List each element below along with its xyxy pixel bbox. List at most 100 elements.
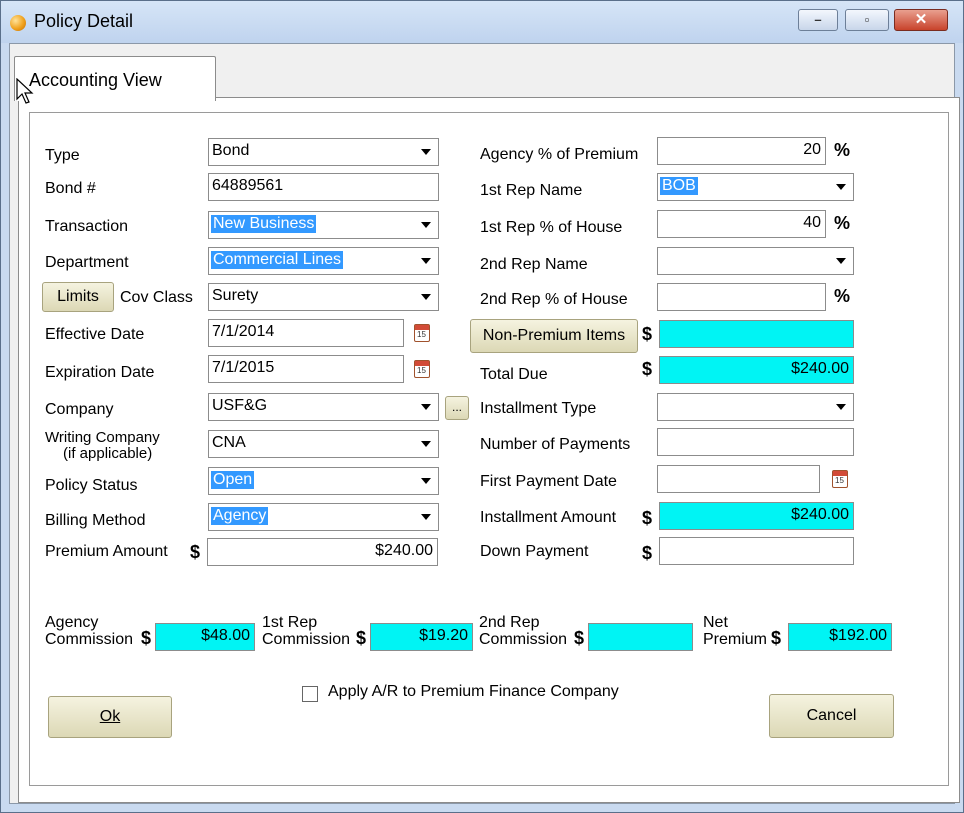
agency-commission-input: $48.00	[155, 623, 255, 651]
chevron-down-icon[interactable]	[416, 141, 436, 163]
billing-method-select[interactable]: Agency	[208, 503, 439, 531]
department-label: Department	[45, 254, 129, 271]
rep1-commission-value: $19.20	[419, 627, 468, 644]
calendar-icon[interactable]: 15	[832, 470, 848, 488]
apply-ar-label[interactable]: Apply A/R to Premium Finance Company	[328, 683, 619, 701]
net-premium-value: $192.00	[829, 627, 887, 644]
department-select[interactable]: Commercial Lines	[208, 247, 439, 275]
expiration-date-input[interactable]: 7/1/2015	[208, 355, 404, 383]
apply-ar-checkbox[interactable]	[302, 686, 318, 702]
dollar-icon: $	[141, 628, 152, 648]
chevron-down-icon[interactable]	[416, 250, 436, 272]
rep2-commission-label: 2nd Rep Commission	[479, 614, 567, 648]
agency-pct-label: Agency % of Premium	[480, 146, 639, 163]
rep1-name-select[interactable]: BOB	[657, 173, 854, 201]
expiration-date-label: Expiration Date	[45, 364, 155, 381]
rep2-pct-label: 2nd Rep % of House	[480, 291, 628, 308]
non-premium-items-input[interactable]	[659, 320, 854, 348]
cov-class-value: Surety	[212, 287, 259, 304]
chevron-down-icon[interactable]	[416, 214, 436, 236]
rep2-commission-input	[588, 623, 693, 651]
num-payments-label: Number of Payments	[480, 436, 631, 453]
net-premium-label: Net Premium	[703, 614, 767, 648]
total-due-value: $240.00	[791, 360, 849, 377]
chevron-down-icon[interactable]	[416, 506, 436, 528]
rep1-commission-label-line1: 1st Rep	[262, 614, 318, 631]
calendar-day: 15	[417, 330, 426, 339]
agency-commission-value: $48.00	[201, 627, 250, 644]
writing-company-label-line2: (if applicable)	[63, 445, 153, 462]
rep1-commission-label-line2: Commission	[262, 631, 351, 648]
non-premium-items-button[interactable]: Non-Premium Items	[470, 319, 638, 353]
installment-amount-input: $240.00	[659, 502, 854, 530]
policy-status-value: Open	[211, 471, 255, 489]
writing-company-value: CNA	[212, 434, 246, 451]
rep2-name-label: 2nd Rep Name	[480, 256, 588, 273]
title-bar[interactable]: Policy Detail – ▫ ✕	[1, 1, 963, 43]
chevron-down-icon[interactable]	[831, 396, 851, 418]
first-payment-date-input[interactable]	[657, 465, 820, 493]
chevron-down-icon[interactable]	[416, 286, 436, 308]
minimize-button[interactable]: –	[798, 9, 838, 31]
window-title: Policy Detail	[34, 11, 134, 31]
dollar-icon: $	[771, 628, 782, 648]
premium-amount-input[interactable]: $240.00	[207, 538, 438, 566]
dollar-icon: $	[642, 359, 653, 379]
chevron-down-icon[interactable]	[416, 396, 436, 418]
cancel-button[interactable]: Cancel	[769, 694, 894, 738]
writing-company-label-line1: Writing Company	[45, 429, 160, 446]
tab-accounting-view[interactable]: Accounting View	[14, 56, 216, 101]
rep1-pct-label: 1st Rep % of House	[480, 219, 623, 236]
department-value: Commercial Lines	[211, 251, 344, 269]
ok-button[interactable]: Ok	[48, 696, 172, 738]
rep2-name-select[interactable]	[657, 247, 854, 275]
close-button[interactable]: ✕	[894, 9, 948, 31]
installment-type-select[interactable]	[657, 393, 854, 421]
chevron-down-icon[interactable]	[416, 470, 436, 492]
dollar-icon: $	[642, 324, 653, 344]
chevron-down-icon[interactable]	[831, 176, 851, 198]
transaction-select[interactable]: New Business	[208, 211, 439, 239]
net-premium-label-line2: Premium	[703, 631, 768, 648]
type-select[interactable]: Bond	[208, 138, 439, 166]
transaction-value: New Business	[211, 215, 317, 233]
policy-status-select[interactable]: Open	[208, 467, 439, 495]
bond-number-input[interactable]: 64889561	[208, 173, 439, 201]
effective-date-input[interactable]: 7/1/2014	[208, 319, 404, 347]
calendar-icon[interactable]: 15	[414, 324, 430, 342]
rep1-commission-label: 1st Rep Commission	[262, 614, 350, 648]
premium-amount-value: $240.00	[375, 542, 433, 559]
transaction-label: Transaction	[45, 218, 128, 235]
num-payments-input[interactable]	[657, 428, 854, 456]
type-value: Bond	[212, 142, 250, 159]
rep2-pct-input[interactable]	[657, 283, 826, 311]
dollar-icon: $	[190, 542, 201, 562]
type-label: Type	[45, 147, 80, 164]
agency-commission-label-line2: Commission	[45, 631, 134, 648]
chevron-down-icon[interactable]	[831, 250, 851, 272]
expiration-date-value: 7/1/2015	[212, 359, 275, 376]
maximize-button[interactable]: ▫	[845, 9, 889, 31]
mouse-pointer-icon	[16, 78, 34, 104]
company-label: Company	[45, 401, 114, 418]
close-icon: ✕	[914, 11, 928, 28]
agency-pct-input[interactable]: 20	[657, 137, 826, 165]
percent-icon: %	[834, 140, 851, 160]
installment-type-label: Installment Type	[480, 400, 597, 417]
effective-date-value: 7/1/2014	[212, 323, 275, 340]
effective-date-label: Effective Date	[45, 326, 145, 343]
minimize-icon: –	[814, 12, 822, 27]
cov-class-select[interactable]: Surety	[208, 283, 439, 311]
agency-pct-value: 20	[803, 141, 821, 158]
calendar-icon[interactable]: 15	[414, 360, 430, 378]
maximize-icon: ▫	[864, 12, 870, 27]
company-browse-button[interactable]: ...	[445, 396, 469, 420]
rep1-pct-input[interactable]: 40	[657, 210, 826, 238]
calendar-day: 15	[835, 476, 844, 485]
writing-company-label: Writing Company (if applicable)	[45, 430, 160, 462]
down-payment-input[interactable]	[659, 537, 854, 565]
chevron-down-icon[interactable]	[416, 433, 436, 455]
limits-button[interactable]: Limits	[42, 282, 114, 312]
company-select[interactable]: USF&G	[208, 393, 439, 421]
writing-company-select[interactable]: CNA	[208, 430, 439, 458]
